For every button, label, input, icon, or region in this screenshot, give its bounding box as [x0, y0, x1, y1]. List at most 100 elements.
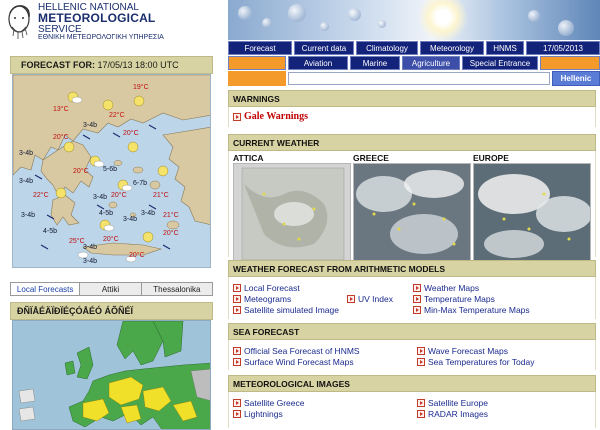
sea-forecast-header: SEA FORECAST	[228, 323, 596, 340]
arrow-bullet-icon	[233, 284, 241, 292]
banner-droplet	[320, 22, 329, 31]
nav-current-data[interactable]: Current data	[294, 41, 354, 55]
link-label: Official Sea Forecast of HNMS	[244, 346, 360, 356]
link-official-sea-forecast[interactable]: Official Sea Forecast of HNMS	[233, 346, 360, 356]
tab-local-forecasts[interactable]: Local Forecasts	[11, 283, 81, 295]
wind-label: 3-4b	[93, 194, 107, 201]
gale-warnings-link[interactable]: Gale Warnings	[233, 111, 308, 122]
attica-satellite-image[interactable]	[233, 163, 351, 263]
temp-label: 20°C	[163, 229, 179, 237]
arrow-bullet-icon	[417, 358, 425, 366]
europe-warnings-map[interactable]	[12, 320, 211, 430]
arrow-bullet-icon	[233, 112, 241, 121]
logo-line-greek: ΕΘΝΙΚΗ ΜΕΤΕΩΡΟΛΟΓΙΚΗ ΥΠΗΡΕΣΙΑ	[38, 34, 164, 41]
nav-marine[interactable]: Marine	[350, 56, 400, 70]
link-min-max-temperature-maps[interactable]: Min-Max Temperature Maps	[413, 305, 530, 315]
language-button[interactable]: Hellenic	[552, 71, 600, 86]
greece-map-graphic: 3-4b 3-4b 3-4b 3-4b 4-5b 5-6b 6-7b 3-4b …	[13, 75, 210, 267]
link-meteograms[interactable]: Meteograms	[233, 294, 291, 304]
arrow-bullet-icon	[413, 295, 421, 303]
link-label: Satellite Europe	[428, 398, 489, 408]
logo-line-2: METEOROLOGICAL	[38, 11, 156, 25]
europe-panel-header: ÐÑÏÅÉÄÏÐÏÉÇÓÅÉÓ ÁÕÑÉÏ	[10, 302, 213, 320]
greece-forecast-map[interactable]: 3-4b 3-4b 3-4b 3-4b 4-5b 5-6b 6-7b 3-4b …	[12, 74, 211, 268]
banner-droplet	[288, 4, 306, 22]
banner-sun	[418, 0, 468, 40]
link-label: RADAR Images	[428, 409, 488, 419]
link-label: Satellite simulated Image	[244, 305, 339, 315]
arrow-bullet-icon	[233, 306, 241, 314]
arrow-bullet-icon	[233, 410, 241, 418]
forecast-panel-header: FORECAST FOR: 17/05/13 18:00 UTC	[10, 56, 213, 74]
nav-agriculture[interactable]: Agriculture	[402, 56, 460, 70]
met-images-body: Satellite Greece Lightnings Satellite Eu…	[228, 392, 596, 428]
primary-nav: Forecast Current data Climatology Meteor…	[228, 41, 600, 55]
link-surface-wind-forecast-maps[interactable]: Surface Wind Forecast Maps	[233, 357, 354, 367]
logo-head-icon	[4, 3, 34, 41]
link-sea-temperatures-today[interactable]: Sea Temperatures for Today	[417, 357, 534, 367]
attica-image-graphic	[234, 164, 350, 262]
link-lightnings[interactable]: Lightnings	[233, 409, 283, 419]
nav-date: 17/05/2013	[526, 41, 600, 55]
arrow-bullet-icon	[233, 399, 241, 407]
link-weather-maps[interactable]: Weather Maps	[413, 283, 479, 293]
banner-droplet	[558, 20, 574, 36]
greece-satellite-image[interactable]	[353, 163, 471, 263]
forecast-title: FORECAST FOR:	[21, 60, 95, 70]
link-label: Satellite Greece	[244, 398, 305, 408]
europe-map-graphic	[13, 321, 210, 429]
search-input[interactable]	[288, 72, 550, 85]
banner-droplet	[378, 20, 386, 28]
location-tabs: Local Forecasts Attiki Thessalonika	[10, 282, 213, 296]
arrow-bullet-icon	[233, 295, 241, 303]
arrow-bullet-icon	[233, 358, 241, 366]
sea-forecast-body: Official Sea Forecast of HNMS Surface Wi…	[228, 340, 596, 370]
temp-label: 21°C	[153, 191, 169, 199]
temp-label: 13°C	[53, 105, 69, 113]
link-label: Sea Temperatures for Today	[428, 357, 535, 367]
temp-label: 20°C	[129, 251, 145, 259]
arrow-bullet-icon	[413, 284, 421, 292]
link-radar-images[interactable]: RADAR Images	[417, 409, 488, 419]
nav-aviation[interactable]: Aviation	[288, 56, 348, 70]
link-label: Meteograms	[244, 294, 292, 304]
wind-label: 3-4b	[19, 178, 33, 185]
wind-label: 3-4b	[141, 210, 155, 217]
link-label: Min-Max Temperature Maps	[424, 305, 530, 315]
link-label: Wave Forecast Maps	[428, 346, 508, 356]
wind-label: 4-5b	[99, 210, 113, 217]
search-bar: Hellenic	[228, 71, 600, 86]
wind-label: 3-4b	[19, 150, 33, 157]
nav-forecast[interactable]: Forecast	[228, 41, 292, 55]
nav-spacer	[228, 56, 286, 70]
nav-hnms[interactable]: HNMS	[486, 41, 524, 55]
link-satellite-simulated-image[interactable]: Satellite simulated Image	[233, 305, 339, 315]
nav-climatology[interactable]: Climatology	[356, 41, 418, 55]
temp-label: 20°C	[111, 191, 127, 199]
models-body: Local Forecast Meteograms Satellite simu…	[228, 277, 596, 319]
banner-droplet	[262, 18, 272, 28]
temp-label: 21°C	[163, 211, 179, 219]
met-images-header: METEOROLOGICAL IMAGES	[228, 375, 596, 392]
tab-thessalonika[interactable]: Thessalonika	[141, 283, 212, 295]
wind-label: 5-6b	[103, 166, 117, 173]
europe-satellite-image[interactable]	[473, 163, 591, 263]
link-satellite-greece[interactable]: Satellite Greece	[233, 398, 304, 408]
arrow-bullet-icon	[413, 306, 421, 314]
nav-special-entrance[interactable]: Special Entrance	[462, 56, 538, 70]
temp-label: 20°C	[123, 129, 139, 137]
link-label: Lightnings	[244, 409, 283, 419]
tab-attiki[interactable]: Attiki	[80, 283, 142, 295]
link-uv-index[interactable]: UV Index	[347, 294, 393, 304]
link-wave-forecast-maps[interactable]: Wave Forecast Maps	[417, 346, 508, 356]
current-weather-header: CURRENT WEATHER	[228, 134, 596, 151]
link-local-forecast[interactable]: Local Forecast	[233, 283, 300, 293]
europe-image-graphic	[474, 164, 590, 262]
link-temperature-maps[interactable]: Temperature Maps	[413, 294, 495, 304]
nav-meteorology[interactable]: Meteorology	[420, 41, 484, 55]
link-satellite-europe[interactable]: Satellite Europe	[417, 398, 488, 408]
warnings-header: WARNINGS	[228, 90, 596, 107]
logo-area[interactable]: HELLENIC NATIONAL METEOROLOGICAL SERVICE…	[0, 0, 226, 50]
left-column: FORECAST FOR: 17/05/13 18:00 UTC 3-4b 3-…	[10, 56, 213, 430]
banner-droplet	[238, 6, 252, 20]
